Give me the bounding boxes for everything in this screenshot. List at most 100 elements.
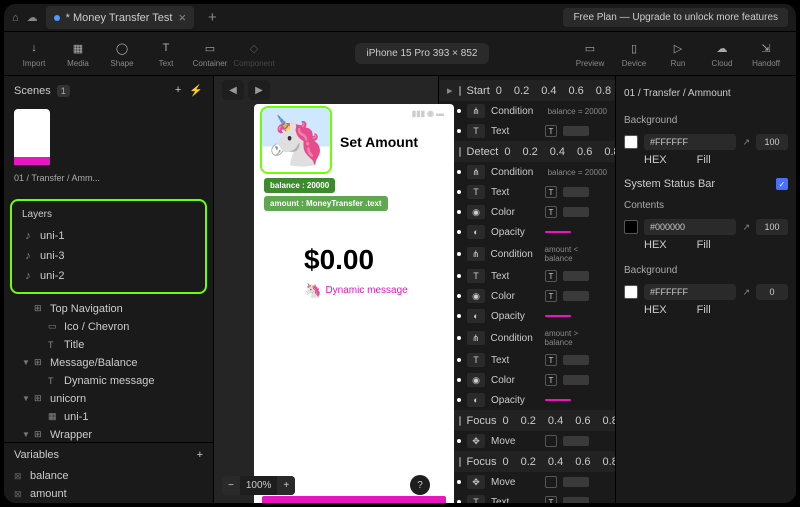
type-toggle[interactable]: T	[545, 186, 557, 198]
timeline-bar[interactable]	[563, 271, 589, 281]
tool-media[interactable]: ▦Media	[56, 34, 100, 74]
timeline-bar[interactable]	[563, 477, 589, 487]
type-toggle[interactable]: T	[545, 290, 557, 302]
scene-thumbnail[interactable]	[14, 109, 50, 165]
property-row[interactable]: ◐Opacity	[439, 306, 615, 326]
zoom-out-button[interactable]: −	[222, 476, 240, 495]
document-tab[interactable]: * Money Transfer Test ×	[46, 6, 194, 29]
trigger-header[interactable]: ▸Focus00.20.40.60.8	[439, 451, 615, 472]
trigger-header[interactable]: ▸Focus00.20.40.60.8	[439, 410, 615, 431]
type-toggle[interactable]: T	[545, 125, 557, 137]
timeline-bar[interactable]	[563, 126, 589, 136]
property-row[interactable]: ◐Opacity	[439, 390, 615, 410]
hex-input[interactable]: #FFFFFF	[644, 134, 736, 150]
caret-icon[interactable]: ▼	[22, 430, 30, 439]
layer-item[interactable]: ♪uni-3	[16, 246, 201, 266]
add-variable-icon[interactable]: +	[197, 449, 203, 461]
condition-row[interactable]: ⋔Conditionamount > balance	[439, 326, 615, 350]
tree-item[interactable]: TTitle	[4, 336, 213, 354]
layer-item[interactable]: ♪uni-1	[16, 226, 201, 246]
variable-chip-amount[interactable]: amount : MoneyTransfer .text	[264, 196, 388, 211]
caret-icon[interactable]: ▼	[22, 358, 30, 367]
type-toggle[interactable]: T	[545, 206, 557, 218]
tool-shape[interactable]: ◯Shape	[100, 34, 144, 74]
timeline-bar[interactable]	[545, 315, 571, 317]
prev-scene-button[interactable]: ◀	[222, 80, 244, 100]
bolt-icon[interactable]: ⚡	[189, 84, 203, 97]
hex-input[interactable]: #FFFFFF	[644, 284, 736, 300]
property-row[interactable]: TTextT	[439, 121, 615, 141]
link-icon[interactable]: ↗	[742, 287, 750, 298]
tool-component[interactable]: ◇Component	[232, 34, 276, 74]
timeline-bar[interactable]	[545, 399, 571, 401]
type-toggle[interactable]: T	[545, 354, 557, 366]
variable-row[interactable]: ⊠balance	[4, 467, 213, 485]
system-status-checkbox[interactable]: ✓	[776, 178, 788, 190]
tree-item[interactable]: ▦uni-1	[4, 408, 213, 426]
bg2-color-row[interactable]: #FFFFFF ↗ 0	[624, 282, 788, 302]
property-row[interactable]: ◉ColorT	[439, 370, 615, 390]
property-row[interactable]: TTextT	[439, 182, 615, 202]
tree-item[interactable]: ▼⊞unicorn	[4, 390, 213, 408]
timeline-bar[interactable]	[563, 436, 589, 446]
type-toggle[interactable]: T	[545, 496, 557, 503]
color-swatch[interactable]	[624, 135, 638, 149]
condition-row[interactable]: ⋔Conditionamount < balance	[439, 242, 615, 266]
upgrade-banner[interactable]: Free Plan — Upgrade to unlock more featu…	[563, 8, 788, 27]
tree-item[interactable]: ▭Ico / Chevron	[4, 318, 213, 336]
tree-item[interactable]: TDynamic message	[4, 372, 213, 390]
property-row[interactable]: TTextT	[439, 350, 615, 370]
tool-run[interactable]: ▷Run	[656, 34, 700, 74]
home-icon[interactable]: ⌂	[12, 12, 19, 24]
tool-import[interactable]: ↓Import	[12, 34, 56, 74]
fill-input[interactable]: 100	[756, 134, 788, 150]
timeline-bar[interactable]	[563, 497, 589, 503]
variable-row[interactable]: ⊠amount	[4, 485, 213, 503]
variable-chip-balance[interactable]: balance : 20000	[264, 178, 335, 193]
background-color-row[interactable]: #FFFFFF ↗ 100	[624, 132, 788, 152]
fill-input[interactable]: 0	[756, 284, 788, 300]
timeline-bar[interactable]	[563, 187, 589, 197]
continue-button[interactable]: Continue	[262, 496, 446, 503]
condition-row[interactable]: ⋔Conditionbalance = 20000	[439, 162, 615, 182]
property-row[interactable]: ◉ColorT	[439, 202, 615, 222]
trigger-header[interactable]: ▸Start00.20.40.60.8	[439, 80, 615, 101]
property-row[interactable]: ◉ColorT	[439, 286, 615, 306]
next-scene-button[interactable]: ▶	[248, 80, 270, 100]
add-scene-icon[interactable]: +	[175, 84, 181, 97]
layer-item[interactable]: ♪uni-2	[16, 266, 201, 286]
tool-container[interactable]: ▭Container	[188, 34, 232, 74]
type-toggle[interactable]: T	[545, 374, 557, 386]
hex-input[interactable]: #000000	[644, 219, 736, 235]
phone-frame[interactable]: 9:41 ▮▮▮◉▬ 🦄 Set Amount balance : 20000 …	[254, 104, 454, 503]
add-tab-button[interactable]: +	[202, 9, 223, 26]
fill-input[interactable]: 100	[756, 219, 788, 235]
tree-item[interactable]: ▼⊞Message/Balance	[4, 354, 213, 372]
tool-handoff[interactable]: ⇲Handoff	[744, 34, 788, 74]
canvas-area[interactable]: ◀ ▶ 9:41 ▮▮▮◉▬ 🦄 Set Amount balance : 20…	[214, 76, 438, 503]
color-swatch[interactable]	[624, 220, 638, 234]
timeline-bar[interactable]	[563, 355, 589, 365]
tree-item[interactable]: ▼⊞Wrapper	[4, 426, 213, 442]
tool-device[interactable]: ▯Device	[612, 34, 656, 74]
trigger-header[interactable]: ▸Detect00.20.40.60.8	[439, 141, 615, 162]
zoom-in-button[interactable]: +	[277, 476, 295, 495]
unicorn-selection[interactable]: 🦄	[260, 106, 332, 174]
close-icon[interactable]: ×	[178, 10, 186, 25]
property-row[interactable]: ◐Opacity	[439, 222, 615, 242]
tree-item[interactable]: ⊞Top Navigation	[4, 300, 213, 318]
tool-cloud[interactable]: ☁Cloud	[700, 34, 744, 74]
zoom-control[interactable]: − 100% +	[222, 476, 295, 495]
timeline-bar[interactable]	[563, 291, 589, 301]
property-row[interactable]: TTextT	[439, 492, 615, 503]
property-row[interactable]: TTextT	[439, 266, 615, 286]
link-icon[interactable]: ↗	[742, 222, 750, 233]
property-row[interactable]: ✥Move	[439, 472, 615, 492]
timeline-bar[interactable]	[563, 207, 589, 217]
tool-preview[interactable]: ▭Preview	[568, 34, 612, 74]
device-selector[interactable]: iPhone 15 Pro 393 × 852	[355, 43, 490, 64]
link-icon[interactable]: ↗	[742, 137, 750, 148]
type-toggle[interactable]	[545, 476, 557, 488]
help-button[interactable]: ?	[410, 475, 430, 495]
timeline-bar[interactable]	[563, 375, 589, 385]
